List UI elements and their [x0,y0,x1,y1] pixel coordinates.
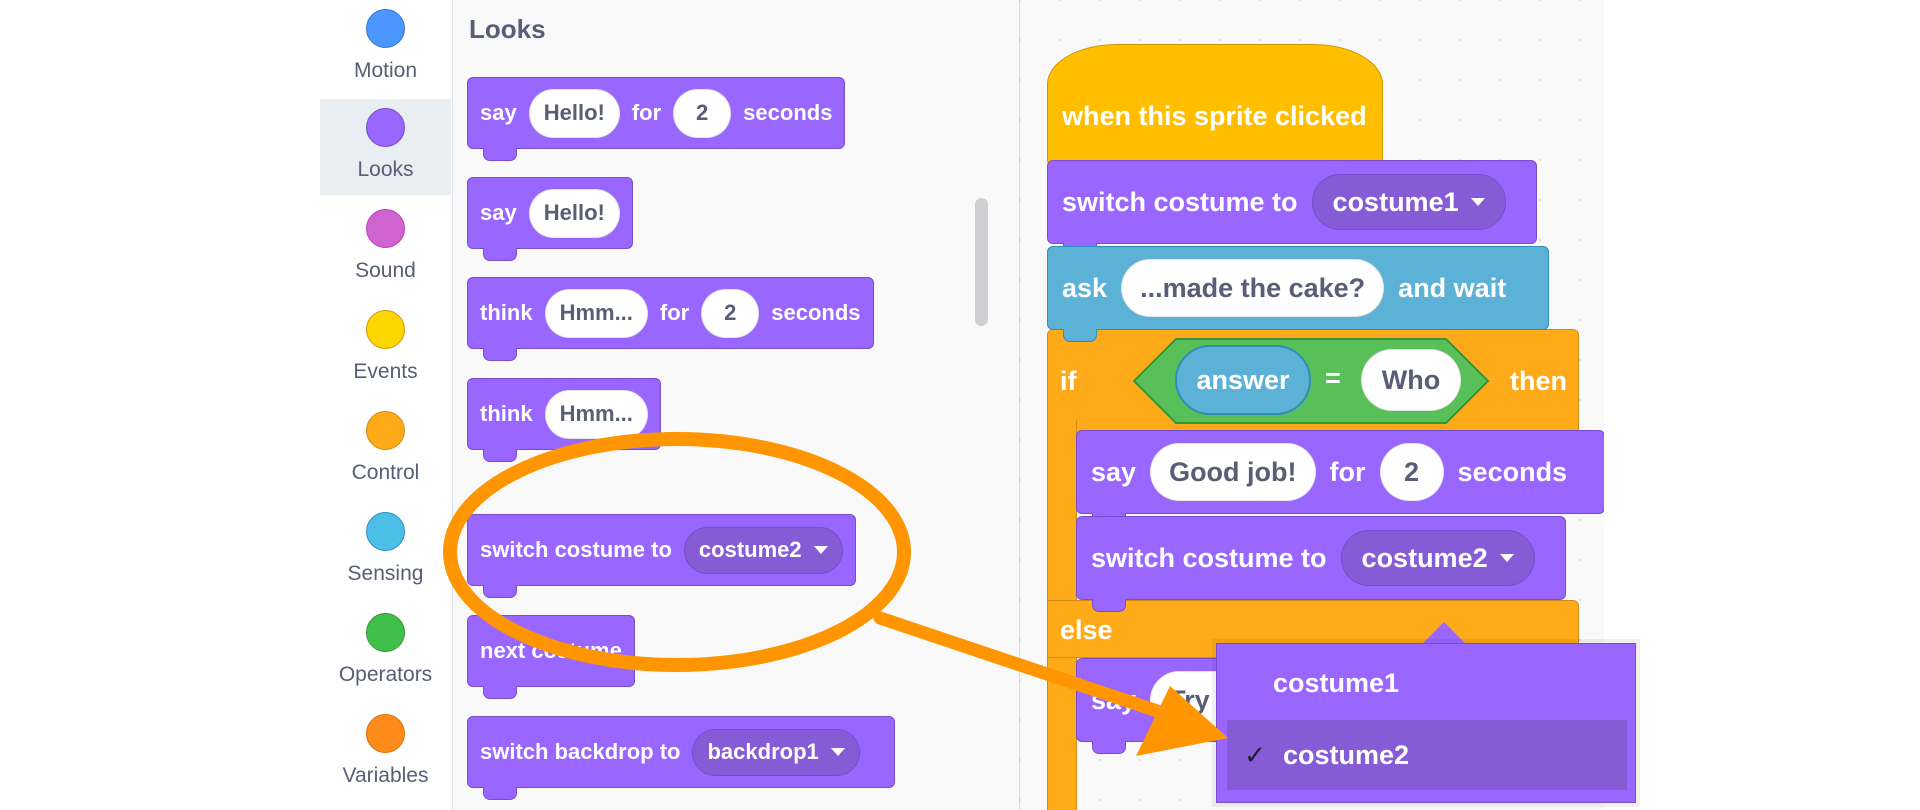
category-variables[interactable]: Variables [320,705,451,801]
costume-dropdown[interactable]: costume2 [683,526,843,574]
think-for-seconds-block[interactable]: think Hmm... for 2 seconds [467,277,874,361]
motion-icon [366,9,405,48]
category-label: Sensing [347,562,424,585]
category-sensing[interactable]: Sensing [320,503,451,599]
block-text: next costume [480,638,622,663]
then-label: then [1510,366,1567,396]
block-text: seconds [743,100,833,125]
block-palette: Looks say Hello! for 2 seconds say Hello… [453,0,1020,810]
category-control[interactable]: Control [320,402,451,498]
switch-backdrop-block[interactable]: switch backdrop to backdrop1 [467,716,895,800]
menu-pointer [1422,622,1466,644]
block-text: for [659,300,690,325]
block-text: for [631,100,662,125]
menu-item-costume2[interactable]: ✓ costume2 [1227,720,1627,790]
message-input[interactable]: Hello! [528,188,620,238]
if-label: if [1060,366,1077,396]
answer-reporter[interactable]: answer [1175,345,1311,415]
backdrop-dropdown[interactable]: backdrop1 [692,728,860,776]
costume-dropdown[interactable]: costume1 [1311,174,1506,230]
category-events[interactable]: Events [320,301,451,397]
switch-costume-block[interactable]: switch costume to costume2 [467,514,856,598]
category-motion[interactable]: Motion [320,0,451,96]
chevron-down-icon [830,748,845,756]
variables-icon [366,714,405,753]
block-text: say [1091,456,1137,487]
block-text: switch costume to [1062,186,1298,217]
equals-operator-block[interactable]: answer = Who [1132,337,1490,425]
looks-icon [366,108,405,147]
switch-costume-block[interactable]: switch costume to costume1 [1047,160,1537,256]
palette-scrollbar[interactable] [975,198,988,326]
block-text: say [480,100,517,125]
chevron-down-icon [1470,198,1485,206]
ask-and-wait-block[interactable]: ask ...made the cake? and wait [1047,246,1549,342]
message-input[interactable]: Good job! [1150,443,1316,501]
operators-icon [366,613,405,652]
dropdown-value: costume2 [698,537,802,562]
else-label: else [1060,615,1113,645]
block-text: say [480,200,517,225]
block-text: seconds [1457,456,1568,487]
control-icon [366,411,405,450]
menu-item-label: costume1 [1273,667,1400,698]
palette-title: Looks [469,14,546,44]
category-label: Motion [353,59,418,82]
hat-label: when this sprite clicked [1062,101,1367,131]
sound-icon [366,209,405,248]
block-text: say [1091,684,1137,715]
costume-dropdown[interactable]: costume2 [1340,530,1535,586]
sensing-icon [366,512,405,551]
block-text: switch backdrop to [480,739,681,764]
events-icon [366,310,405,349]
menu-item-label: costume2 [1283,739,1410,770]
switch-costume-block[interactable]: switch costume to costume2 [1076,516,1566,612]
dropdown-value: costume1 [1332,186,1459,217]
block-text: for [1329,456,1366,487]
block-text: switch costume to [480,537,672,562]
category-label: Operators [338,663,433,686]
say-for-seconds-block[interactable]: say Good job! for 2 seconds [1076,430,1604,526]
block-text: think [480,401,533,426]
category-label: Events [353,360,418,383]
seconds-input[interactable]: 2 [1379,443,1444,501]
category-label: Looks [357,158,414,181]
check-icon: ✓ [1244,739,1266,770]
when-sprite-clicked-hat-block[interactable]: when this sprite clicked [1047,44,1383,166]
chevron-down-icon [1499,554,1514,562]
block-text: seconds [771,300,861,325]
dropdown-value: backdrop1 [707,739,819,764]
menu-item-costume1[interactable]: costume1 [1217,648,1617,718]
say-for-seconds-block[interactable]: say Hello! for 2 seconds [467,77,846,161]
block-text: switch costume to [1091,542,1327,573]
block-text: ask [1062,272,1108,303]
question-input[interactable]: ...made the cake? [1121,259,1385,317]
block-text: think [480,300,533,325]
costume-dropdown-menu: costume1 ✓ costume2 [1216,643,1636,803]
category-looks[interactable]: Looks [320,99,451,195]
category-label: Sound [355,259,416,282]
say-block[interactable]: say Hello! [467,177,633,261]
category-menu: Motion Looks Sound Events Control Sensin… [320,0,453,810]
dropdown-value: costume2 [1361,542,1488,573]
block-text: and wait [1398,272,1507,303]
seconds-input[interactable]: 2 [673,88,732,138]
category-label: Variables [342,764,429,787]
category-sound[interactable]: Sound [320,200,451,296]
message-input[interactable]: Hmm... [544,389,648,439]
seconds-input[interactable]: 2 [701,288,760,338]
category-operators[interactable]: Operators [320,604,451,700]
equals-sign: = [1325,363,1341,393]
message-input[interactable]: Hello! [528,88,620,138]
message-input[interactable]: Hmm... [544,288,648,338]
compare-input[interactable]: Who [1361,349,1461,411]
think-block[interactable]: think Hmm... [467,378,661,462]
next-costume-block[interactable]: next costume [467,615,635,699]
category-label: Control [351,461,420,484]
chevron-down-icon [813,546,828,554]
